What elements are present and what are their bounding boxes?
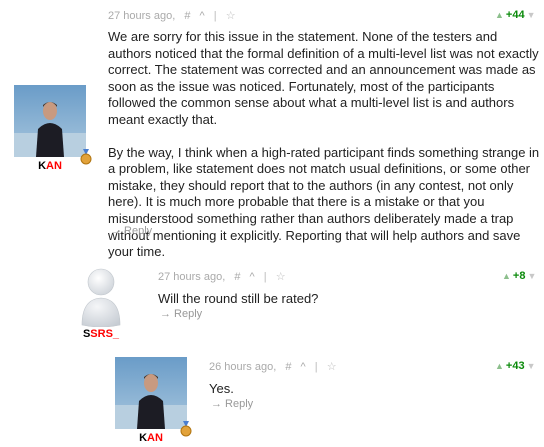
timestamp: 27 hours ago,	[108, 10, 176, 22]
comment-text: Yes.	[209, 381, 529, 414]
parent-link[interactable]: ^	[200, 10, 205, 22]
permalink-link[interactable]: #	[184, 10, 190, 22]
username-first-letter: K	[139, 432, 148, 444]
vote-box: ▲ +43 ▼	[495, 360, 536, 372]
parent-link[interactable]: ^	[301, 361, 306, 373]
username-first-letter: K	[38, 160, 47, 172]
score: +44	[505, 9, 525, 21]
comment-1: KAN 27 hours ago, # ^ | ☆ ▲ +44 ▼ We are s…	[0, 0, 544, 259]
comment-2: SSRS_ 27 hours ago, # ^ | ☆ ▲ +8 ▼ Will th…	[0, 255, 544, 345]
score: +8	[512, 270, 526, 282]
reply-link[interactable]: → Reply	[160, 308, 202, 320]
triangle-down-icon[interactable]: ▼	[527, 361, 536, 371]
triangle-up-icon[interactable]: ▲	[495, 10, 504, 20]
username[interactable]: SSRS_	[65, 328, 137, 340]
paragraph: We are sorry for this issue in the state…	[108, 29, 539, 127]
paragraph: Will the round still be rated?	[158, 291, 319, 306]
username[interactable]: KAN	[14, 160, 86, 172]
reply-link[interactable]: → Reply	[110, 225, 152, 237]
permalink-link[interactable]: #	[285, 361, 291, 373]
star-icon[interactable]: ☆	[226, 10, 236, 22]
user-avatar[interactable]	[80, 267, 122, 327]
comment-3: KAN 26 hours ago, # ^ | ☆ ▲ +43 ▼ Yes. → R…	[0, 345, 544, 447]
star-icon[interactable]: ☆	[276, 271, 286, 283]
vote-box: ▲ +44 ▼	[495, 9, 536, 21]
timestamp: 26 hours ago,	[209, 361, 277, 373]
user-avatar[interactable]	[115, 357, 187, 429]
vote-box: ▲ +8 ▼	[502, 270, 536, 282]
comment-text: We are sorry for this issue in the state…	[108, 29, 540, 277]
timestamp: 27 hours ago,	[158, 271, 226, 283]
separator: |	[263, 271, 267, 283]
username[interactable]: KAN	[115, 432, 187, 444]
triangle-up-icon[interactable]: ▲	[502, 271, 511, 281]
user-avatar[interactable]	[14, 85, 86, 157]
star-icon[interactable]: ☆	[327, 361, 337, 373]
username-rest: AN	[46, 160, 62, 172]
username-rest: SRS_	[90, 328, 120, 340]
comment-text: Will the round still be rated?	[158, 291, 528, 324]
reply-link[interactable]: → Reply	[211, 398, 253, 410]
parent-link[interactable]: ^	[250, 271, 255, 283]
triangle-up-icon[interactable]: ▲	[495, 361, 504, 371]
triangle-down-icon[interactable]: ▼	[527, 271, 536, 281]
comment-meta: 26 hours ago, # ^ | ☆	[209, 360, 343, 373]
separator: |	[213, 10, 217, 22]
triangle-down-icon[interactable]: ▼	[527, 10, 536, 20]
permalink-link[interactable]: #	[234, 271, 240, 283]
separator: |	[314, 361, 318, 373]
score: +43	[505, 360, 525, 372]
comment-meta: 27 hours ago, # ^ | ☆	[108, 9, 242, 22]
comment-meta: 27 hours ago, # ^ | ☆	[158, 270, 292, 283]
paragraph: Yes.	[209, 381, 234, 396]
paragraph: By the way, I think when a high-rated pa…	[108, 144, 540, 260]
username-rest: AN	[147, 432, 163, 444]
